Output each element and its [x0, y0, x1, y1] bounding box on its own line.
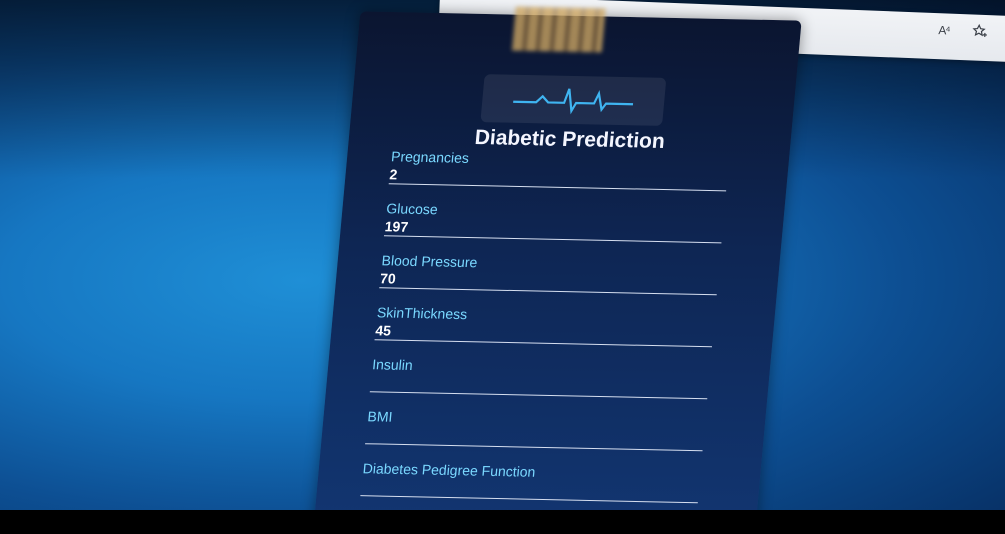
field-bmi: BMI — [364, 408, 708, 467]
screen-glare — [511, 6, 606, 53]
skin-thickness-input[interactable] — [374, 321, 714, 348]
blood-pressure-input[interactable] — [379, 269, 719, 296]
favorite-icon[interactable] — [971, 22, 990, 41]
heartbeat-icon — [513, 88, 634, 115]
screen: A⁴ Diabetic Prediction Pregnancies Gluco… — [0, 0, 1005, 510]
prediction-form: Pregnancies Glucose Blood Pressure SkinT… — [359, 148, 731, 510]
field-label: SkinThickness — [376, 304, 468, 323]
glucose-input[interactable] — [383, 217, 724, 244]
field-label: BMI — [366, 408, 394, 425]
bmi-input[interactable] — [365, 425, 705, 452]
field-insulin: Insulin — [368, 356, 712, 415]
field-skin-thickness: SkinThickness — [373, 304, 717, 363]
prediction-card: Diabetic Prediction Pregnancies Glucose … — [313, 6, 802, 510]
field-label: Pregnancies — [390, 148, 470, 166]
field-pregnancies: Pregnancies — [387, 148, 731, 207]
field-blood-pressure: Blood Pressure — [378, 252, 722, 311]
insulin-input[interactable] — [369, 373, 709, 400]
letterbox-bar — [0, 510, 1005, 534]
read-aloud-icon[interactable]: A⁴ — [935, 21, 954, 40]
field-glucose: Glucose — [382, 200, 726, 259]
field-label: Insulin — [371, 356, 414, 374]
pregnancies-input[interactable] — [388, 165, 728, 192]
diabetes-pedigree-input[interactable] — [360, 477, 700, 504]
field-label: Blood Pressure — [381, 252, 479, 271]
field-diabetes-pedigree: Diabetes Pedigree Function — [359, 460, 703, 510]
toolbar-icons: A⁴ — [935, 21, 1005, 42]
logo — [480, 74, 667, 126]
field-label: Glucose — [385, 200, 439, 218]
